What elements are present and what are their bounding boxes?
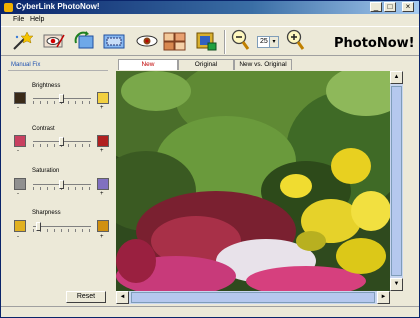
horizontal-scroll-thumb[interactable] bbox=[131, 292, 375, 303]
sharpness-slider-ticks bbox=[33, 229, 91, 232]
saturation-low-icon bbox=[14, 178, 26, 190]
brightness-label: Brightness bbox=[32, 83, 61, 89]
vertical-scroll-thumb[interactable] bbox=[391, 86, 402, 276]
scroll-left-button[interactable]: ◄ bbox=[116, 291, 129, 304]
sharpness-slider-thumb[interactable] bbox=[35, 222, 41, 231]
minimize-button[interactable]: _ bbox=[370, 2, 382, 12]
faces-icon[interactable] bbox=[163, 31, 187, 51]
contrast-slider-thumb[interactable] bbox=[59, 137, 64, 146]
menu-help[interactable]: Help bbox=[30, 16, 44, 23]
panel-heading: Manual Fix bbox=[11, 62, 41, 68]
app-window: CyberLink PhotoNow! _ □ × File Help 25 ▾… bbox=[0, 0, 420, 318]
toolbar: 25 ▾ PhotoNow! bbox=[1, 26, 419, 56]
red-eye-icon[interactable] bbox=[42, 31, 66, 51]
scroll-down-button[interactable]: ▼ bbox=[390, 278, 403, 291]
tab-original[interactable]: Original bbox=[178, 59, 234, 70]
status-bar bbox=[1, 306, 419, 317]
contrast-high-icon bbox=[97, 135, 109, 147]
rotate-icon[interactable] bbox=[73, 31, 97, 51]
saturation-slider-thumb[interactable] bbox=[59, 180, 64, 189]
vertical-scrollbar[interactable]: ▲ ▼ bbox=[390, 71, 403, 291]
magic-wand-icon[interactable] bbox=[10, 31, 34, 51]
saturation-minus: - bbox=[17, 191, 19, 197]
brightness-high-icon bbox=[97, 92, 109, 104]
sharpness-high-icon bbox=[97, 220, 109, 232]
saturation-plus: + bbox=[100, 191, 104, 197]
manual-fix-panel: Manual Fix Brightness - + Contrast - + S… bbox=[4, 58, 112, 310]
scroll-right-button[interactable]: ► bbox=[377, 291, 390, 304]
sharpness-slider-track[interactable] bbox=[33, 226, 91, 227]
contrast-low-icon bbox=[14, 135, 26, 147]
frame-icon[interactable] bbox=[194, 31, 218, 51]
menu-file[interactable]: File bbox=[13, 16, 24, 23]
saturation-high-icon bbox=[97, 178, 109, 190]
tab-new[interactable]: New bbox=[118, 59, 178, 70]
sharpness-low-icon bbox=[14, 220, 26, 232]
saturation-label: Saturation bbox=[32, 168, 60, 174]
title-bar[interactable]: CyberLink PhotoNow! _ □ × bbox=[1, 1, 419, 14]
eye-icon[interactable] bbox=[135, 31, 159, 51]
window-title: CyberLink PhotoNow! bbox=[16, 2, 100, 11]
contrast-label: Contrast bbox=[32, 126, 55, 132]
zoom-in-icon[interactable] bbox=[285, 29, 305, 51]
sharpness-label: Sharpness bbox=[32, 210, 61, 216]
tab-new-vs-original[interactable]: New vs. Original bbox=[234, 59, 292, 70]
scroll-corner bbox=[390, 291, 403, 304]
contrast-plus: + bbox=[100, 148, 104, 154]
crop-icon[interactable] bbox=[102, 31, 126, 51]
close-button[interactable]: × bbox=[402, 2, 414, 12]
menu-bar: File Help bbox=[1, 14, 419, 26]
panel-divider bbox=[8, 70, 108, 71]
view-tabs: New Original New vs. Original bbox=[116, 58, 420, 71]
maximize-button[interactable]: □ bbox=[384, 2, 396, 12]
brightness-plus: + bbox=[100, 105, 104, 111]
horizontal-scrollbar[interactable]: ◄ ► bbox=[116, 291, 390, 304]
brightness-slider-thumb[interactable] bbox=[59, 94, 64, 103]
photo-preview[interactable] bbox=[116, 71, 390, 291]
brightness-low-icon bbox=[14, 92, 26, 104]
app-icon bbox=[4, 3, 13, 12]
reset-button[interactable]: Reset bbox=[66, 291, 106, 303]
brightness-minus: - bbox=[17, 105, 19, 111]
sharpness-minus: - bbox=[17, 234, 19, 240]
brand-logo-text: PhotoNow! bbox=[334, 36, 415, 51]
zoom-dropdown-button[interactable]: ▾ bbox=[269, 36, 279, 48]
zoom-out-icon[interactable] bbox=[230, 29, 250, 51]
toolbar-separator bbox=[224, 30, 226, 54]
contrast-minus: - bbox=[17, 148, 19, 154]
sharpness-plus: + bbox=[100, 234, 104, 240]
scroll-up-button[interactable]: ▲ bbox=[390, 71, 403, 84]
